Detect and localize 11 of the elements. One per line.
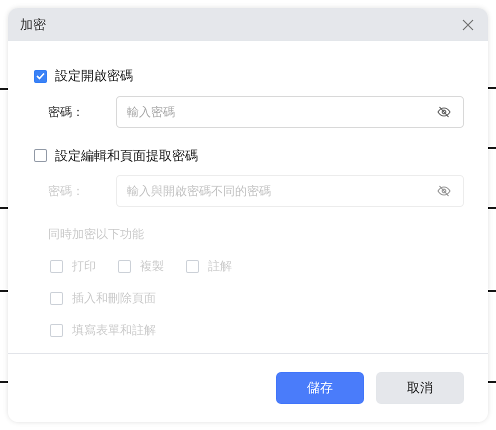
password-field[interactable]: 輸入密碼 — [116, 96, 464, 128]
dialog-title: 加密 — [20, 16, 46, 34]
field-label: 密碼： — [48, 104, 85, 121]
cancel-button[interactable]: 取消 — [376, 372, 464, 404]
checkbox-label: 設定開啟密碼 — [55, 67, 133, 86]
eye-off-icon[interactable] — [437, 185, 451, 198]
checkbox[interactable] — [34, 70, 47, 83]
checkbox-label: 設定編輯和頁面提取密碼 — [55, 146, 198, 165]
close-button[interactable] — [460, 16, 476, 33]
save-button[interactable]: 儲存 — [276, 372, 364, 404]
eye-off-icon[interactable] — [437, 106, 451, 118]
